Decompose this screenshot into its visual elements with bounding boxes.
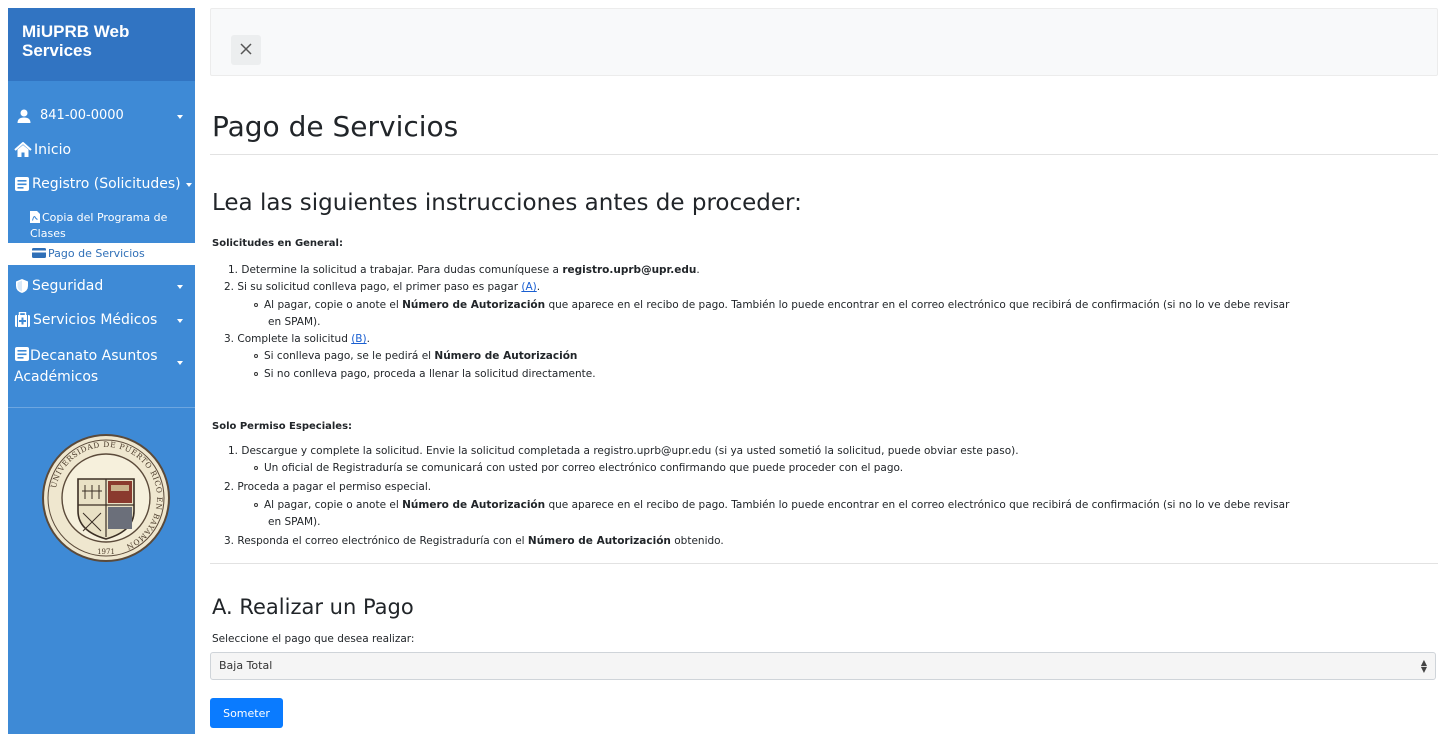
bullet-icon xyxy=(254,354,258,358)
seal-year: 1971 xyxy=(97,548,115,556)
registro-email: registro.uprb@upr.edu xyxy=(562,264,697,276)
general-step-3: 3. Complete la solicitud (B). xyxy=(224,333,370,345)
section-divider xyxy=(210,563,1438,564)
pdf-icon xyxy=(30,211,40,227)
book-icon xyxy=(14,176,30,196)
payment-select-label: Seleccione el pago que desea realizar: xyxy=(212,633,415,645)
sidebar-item-inicio[interactable]: Inicio xyxy=(8,141,195,162)
sidebar-item-user[interactable]: 841-00-0000 xyxy=(8,108,195,128)
sidebar-item-label: Decanato Asuntos Académicos xyxy=(14,348,158,385)
book-icon xyxy=(14,346,30,368)
instructions-heading: Lea las siguientes instrucciones antes d… xyxy=(212,190,802,216)
sidebar-item-label: Seguridad xyxy=(32,278,104,294)
sidebar-divider xyxy=(8,407,195,408)
sidebar-item-label: Servicios Médicos xyxy=(33,312,158,328)
user-id-label: 841-00-0000 xyxy=(40,108,124,123)
sidebar-item-registro[interactable]: Registro (Solicitudes) xyxy=(8,176,195,196)
sidebar-item-label: Pago de Servicios xyxy=(48,247,145,260)
top-bar xyxy=(210,8,1438,76)
shield-icon xyxy=(14,278,30,298)
sidebar: MiUPRB Web Services 841-00-0000 Inicio R… xyxy=(8,8,195,734)
especiales-step-2: 2. Proceda a pagar el permiso especial. xyxy=(224,481,432,493)
link-a[interactable]: (A) xyxy=(521,281,536,293)
home-icon xyxy=(14,141,32,162)
bullet-icon xyxy=(254,303,258,307)
brand-title[interactable]: MiUPRB Web Services xyxy=(8,8,195,81)
sidebar-item-decanato[interactable]: Decanato Asuntos Académicos xyxy=(8,346,195,387)
chevron-down-icon xyxy=(177,361,183,365)
sidebar-item-label: Copia del Programa de Clases xyxy=(30,211,168,240)
sidebar-item-seguridad[interactable]: Seguridad xyxy=(8,278,195,298)
main-content: Pago de Servicios Lea las siguientes ins… xyxy=(210,8,1438,734)
user-icon xyxy=(16,108,32,128)
sidebar-item-label: Inicio xyxy=(34,142,72,158)
select-arrows-icon: ▲ ▼ xyxy=(1420,658,1427,674)
page-title: Pago de Servicios xyxy=(212,110,459,143)
general-step-2a-cont: en SPAM). xyxy=(268,316,321,328)
bullet-icon xyxy=(254,372,258,376)
title-divider xyxy=(210,154,1438,155)
chevron-down-icon xyxy=(177,115,183,119)
link-b[interactable]: (B) xyxy=(351,333,366,345)
submit-button[interactable]: Someter xyxy=(210,698,283,728)
general-step-3a: Si conlleva pago, se le pedirá el Número… xyxy=(254,349,577,363)
general-step-3b: Si no conlleva pago, proceda a llenar la… xyxy=(254,367,596,381)
especiales-step-2a: Al pagar, copie o anote el Número de Aut… xyxy=(254,498,1289,512)
close-button[interactable] xyxy=(231,35,261,65)
especiales-step-3: 3. Responda el correo electrónico de Reg… xyxy=(224,535,724,547)
chevron-down-icon xyxy=(185,183,192,187)
general-step-2: 2. Si su solicitud conlleva pago, el pri… xyxy=(224,281,541,293)
especiales-step-1a: Un oficial de Registraduría se comunicar… xyxy=(254,461,903,475)
sidebar-subitem-copia-programa[interactable]: Copia del Programa de Clases xyxy=(8,211,178,241)
sidebar-item-label: Registro (Solicitudes) xyxy=(32,176,181,192)
close-icon xyxy=(239,40,253,61)
payment-select-value: Baja Total xyxy=(219,659,273,672)
payment-heading: A. Realizar un Pago xyxy=(212,595,414,619)
especiales-step-2a-cont: en SPAM). xyxy=(268,516,321,528)
chevron-down-icon xyxy=(177,285,183,289)
general-step-2a: Al pagar, copie o anote el Número de Aut… xyxy=(254,298,1289,312)
bullet-icon xyxy=(254,503,258,507)
medical-icon xyxy=(14,311,31,332)
bullet-icon xyxy=(254,466,258,470)
general-step-1: 1. Determine la solicitud a trabajar. Pa… xyxy=(228,264,700,276)
sidebar-subitem-pago-servicios[interactable]: Pago de Servicios xyxy=(8,243,195,265)
especiales-step-1: 1. Descargue y complete la solicitud. En… xyxy=(228,445,1019,457)
section-title-general: Solicitudes en General: xyxy=(212,238,343,249)
credit-card-icon xyxy=(32,244,46,266)
payment-type-select[interactable]: Baja Total ▲ ▼ xyxy=(210,652,1436,680)
section-title-especiales: Solo Permiso Especiales: xyxy=(212,421,353,432)
sidebar-item-servicios-medicos[interactable]: Servicios Médicos xyxy=(8,311,195,332)
university-seal-logo: UNIVERSIDAD DE PUERTO RICO EN BAYAMÓN 19… xyxy=(41,433,171,563)
chevron-down-icon xyxy=(177,319,183,323)
